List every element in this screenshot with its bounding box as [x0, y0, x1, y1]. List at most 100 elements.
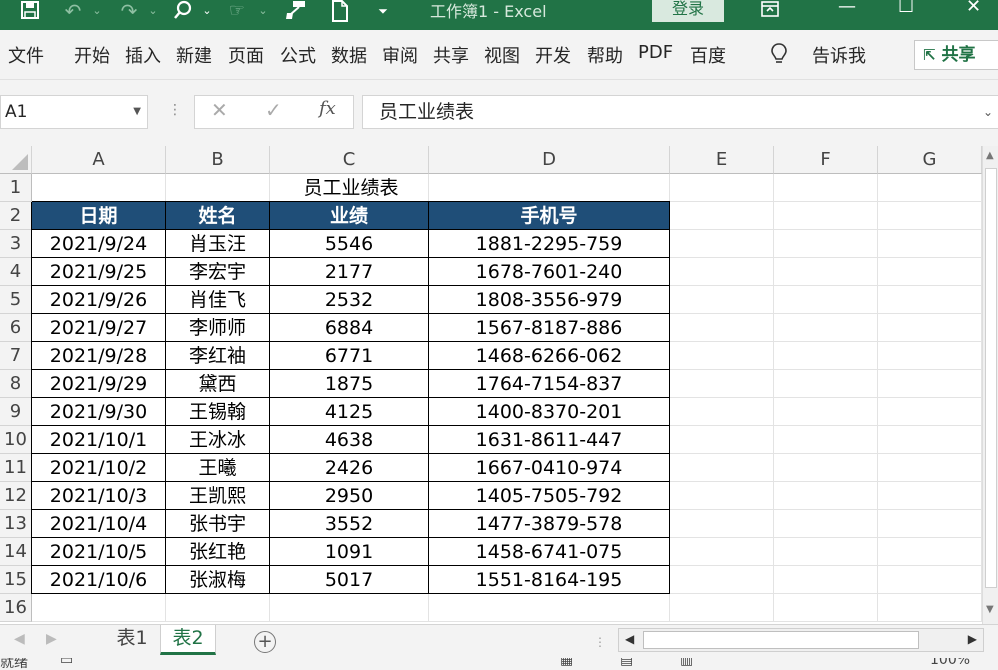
tab-formulas[interactable]: 公式 [280, 42, 324, 68]
minimize-button[interactable]: — [838, 0, 856, 17]
cell[interactable] [878, 482, 982, 510]
cell[interactable] [774, 370, 878, 398]
page-layout-view-icon[interactable]: ▤ [620, 658, 633, 668]
undo-dropdown-icon[interactable]: ⌄ [90, 0, 104, 22]
cell[interactable] [878, 510, 982, 538]
cancel-icon[interactable]: ✕ [211, 98, 228, 122]
tab-developer[interactable]: 开发 [535, 42, 579, 68]
row-header-14[interactable]: 14 [0, 538, 32, 566]
table-data-cell[interactable]: 1091 [270, 538, 429, 566]
table-data-cell[interactable]: 2021/9/30 [32, 398, 166, 426]
expand-formula-icon[interactable]: ⌄ [983, 96, 993, 128]
cell[interactable] [878, 454, 982, 482]
cell[interactable] [670, 174, 774, 202]
table-header-cell[interactable]: 日期 [32, 202, 166, 230]
table-data-cell[interactable]: 2021/9/27 [32, 314, 166, 342]
cell[interactable] [878, 314, 982, 342]
table-data-cell[interactable]: 2021/10/1 [32, 426, 166, 454]
table-data-cell[interactable]: 王曦 [166, 454, 270, 482]
cell[interactable] [774, 566, 878, 594]
row-header-15[interactable]: 15 [0, 566, 32, 594]
ribbon-display-options-icon[interactable] [758, 0, 782, 22]
close-button[interactable]: ✕ [966, 0, 981, 17]
insert-function-icon[interactable]: fx [319, 98, 336, 119]
table-data-cell[interactable]: 1458-6741-075 [429, 538, 670, 566]
table-data-cell[interactable]: 1678-7601-240 [429, 258, 670, 286]
cell[interactable] [878, 342, 982, 370]
table-data-cell[interactable]: 李红袖 [166, 342, 270, 370]
restore-button[interactable]: ☐ [898, 0, 914, 17]
cell[interactable] [670, 342, 774, 370]
table-data-cell[interactable]: 6884 [270, 314, 429, 342]
row-header-5[interactable]: 5 [0, 286, 32, 314]
cell[interactable] [878, 566, 982, 594]
row-header-1[interactable]: 1 [0, 174, 32, 202]
cell[interactable] [270, 594, 429, 622]
row-header-9[interactable]: 9 [0, 398, 32, 426]
table-header-cell[interactable]: 姓名 [166, 202, 270, 230]
table-data-cell[interactable]: 李师师 [166, 314, 270, 342]
column-header-d[interactable]: D [429, 146, 670, 174]
cell[interactable] [774, 342, 878, 370]
row-header-2[interactable]: 2 [0, 202, 32, 230]
cell[interactable] [774, 510, 878, 538]
cell[interactable] [670, 202, 774, 230]
table-data-cell[interactable]: 2177 [270, 258, 429, 286]
row-header-7[interactable]: 7 [0, 342, 32, 370]
horizontal-scrollbar[interactable]: ◀ ▶ [618, 628, 984, 652]
table-data-cell[interactable]: 王凯熙 [166, 482, 270, 510]
cell[interactable] [670, 482, 774, 510]
table-data-cell[interactable]: 1667-0410-974 [429, 454, 670, 482]
redo-dropdown-icon[interactable]: ⌄ [146, 0, 160, 22]
login-button[interactable]: 登录 [652, 0, 724, 22]
table-data-cell[interactable]: 1631-8611-447 [429, 426, 670, 454]
cell[interactable] [670, 286, 774, 314]
cell[interactable] [774, 594, 878, 622]
add-sheet-button[interactable]: + [254, 631, 276, 653]
cell[interactable] [878, 398, 982, 426]
name-box[interactable]: A1 ▼ [0, 95, 148, 129]
table-data-cell[interactable]: 2021/10/5 [32, 538, 166, 566]
select-all-corner[interactable] [0, 146, 32, 174]
scroll-left-icon[interactable]: ◀ [625, 632, 634, 646]
table-data-cell[interactable]: 2021/10/6 [32, 566, 166, 594]
table-data-cell[interactable]: 肖玉汪 [166, 230, 270, 258]
table-data-cell[interactable]: 张淑梅 [166, 566, 270, 594]
cell[interactable] [774, 258, 878, 286]
cell[interactable] [878, 286, 982, 314]
normal-view-icon[interactable]: ▦ [560, 658, 573, 668]
table-data-cell[interactable]: 王冰冰 [166, 426, 270, 454]
cell[interactable] [32, 594, 166, 622]
table-data-cell[interactable]: 4125 [270, 398, 429, 426]
row-header-13[interactable]: 13 [0, 510, 32, 538]
tab-view[interactable]: 视图 [484, 42, 528, 68]
search-icon[interactable] [170, 0, 196, 22]
zoom-level[interactable]: 100% [930, 658, 970, 668]
tab-insert[interactable]: 插入 [125, 42, 169, 68]
redo-icon[interactable]: ↷ [116, 0, 142, 22]
row-header-12[interactable]: 12 [0, 482, 32, 510]
sheet-title-cell[interactable]: 员工业绩表 [32, 174, 670, 202]
cell[interactable] [774, 426, 878, 454]
cell[interactable] [878, 426, 982, 454]
save-icon[interactable] [18, 0, 42, 22]
cell[interactable] [670, 370, 774, 398]
cell[interactable] [670, 230, 774, 258]
cell[interactable] [774, 230, 878, 258]
row-header-10[interactable]: 10 [0, 426, 32, 454]
name-box-dropdown-icon[interactable]: ▼ [133, 96, 141, 128]
tab-new[interactable]: 新建 [176, 42, 220, 68]
table-data-cell[interactable]: 6771 [270, 342, 429, 370]
cell[interactable] [774, 538, 878, 566]
table-data-cell[interactable]: 2021/10/4 [32, 510, 166, 538]
customize-qat-icon[interactable]: ⏷ [374, 0, 392, 22]
cell[interactable] [670, 454, 774, 482]
prev-sheet-icon[interactable]: ◀ [14, 631, 25, 647]
table-data-cell[interactable]: 2021/9/24 [32, 230, 166, 258]
cell[interactable] [774, 314, 878, 342]
table-data-cell[interactable]: 3552 [270, 510, 429, 538]
column-header-f[interactable]: F [774, 146, 878, 174]
column-header-c[interactable]: C [270, 146, 429, 174]
vertical-scroll-thumb[interactable] [985, 168, 997, 588]
sheet-tab-1[interactable]: 表1 [104, 625, 160, 655]
